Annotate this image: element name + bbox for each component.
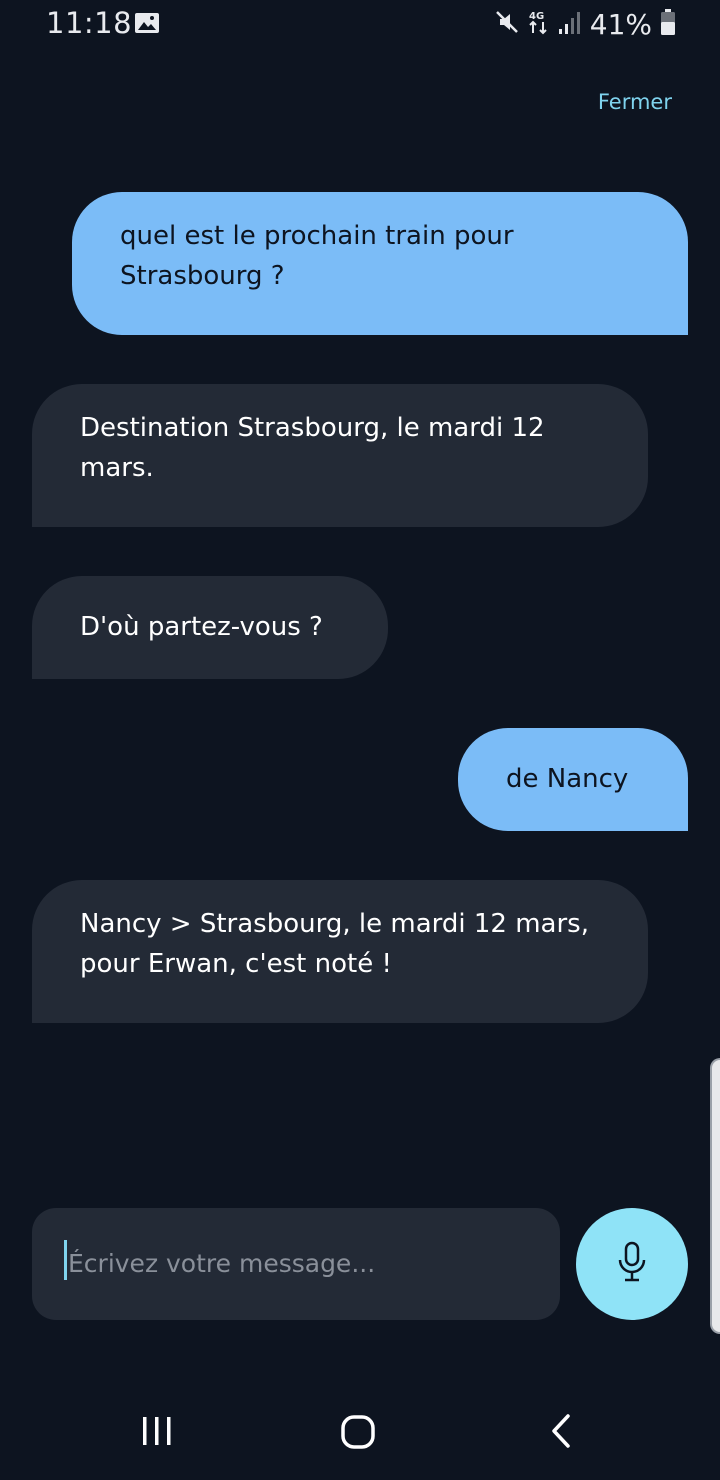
back-icon[interactable]	[546, 1412, 576, 1450]
4g-icon: 4G	[528, 8, 550, 40]
message-text: quel est le prochain train pour Strasbou…	[120, 221, 514, 291]
message-composer	[32, 1208, 560, 1320]
status-time: 11:18	[46, 6, 133, 40]
message-text: Nancy > Strasbourg, le mardi 12 mars, po…	[80, 909, 589, 979]
status-icons: 4G 41%	[494, 6, 676, 42]
image-icon	[134, 12, 160, 34]
battery-icon	[660, 8, 676, 40]
message-bot: Destination Strasbourg, le mardi 12 mars…	[32, 384, 648, 527]
message-user: de Nancy	[458, 728, 688, 831]
message-user: quel est le prochain train pour Strasbou…	[72, 192, 688, 335]
4g-label: 4G	[529, 11, 544, 22]
scroll-handle[interactable]	[710, 1058, 720, 1334]
close-button[interactable]: Fermer	[598, 90, 672, 114]
navigation-bar	[0, 1390, 720, 1480]
message-bot: Nancy > Strasbourg, le mardi 12 mars, po…	[32, 880, 648, 1023]
battery-percent: 41%	[589, 7, 652, 41]
microphone-icon	[615, 1240, 649, 1288]
home-icon[interactable]	[340, 1414, 376, 1450]
message-bot: D'où partez-vous ?	[32, 576, 388, 679]
status-bar: 11:18 4G 41%	[0, 0, 720, 50]
chat-screen: 11:18 4G 41% Fermer quel est le prochain…	[0, 0, 720, 1480]
message-text: D'où partez-vous ?	[80, 612, 323, 642]
message-input[interactable]	[68, 1238, 538, 1288]
signal-icon	[558, 9, 582, 39]
message-text: de Nancy	[506, 764, 629, 794]
mute-icon	[494, 9, 520, 39]
message-text: Destination Strasbourg, le mardi 12 mars…	[80, 413, 545, 483]
microphone-button[interactable]	[576, 1208, 688, 1320]
recent-apps-icon[interactable]	[140, 1414, 174, 1448]
text-cursor	[64, 1240, 67, 1280]
